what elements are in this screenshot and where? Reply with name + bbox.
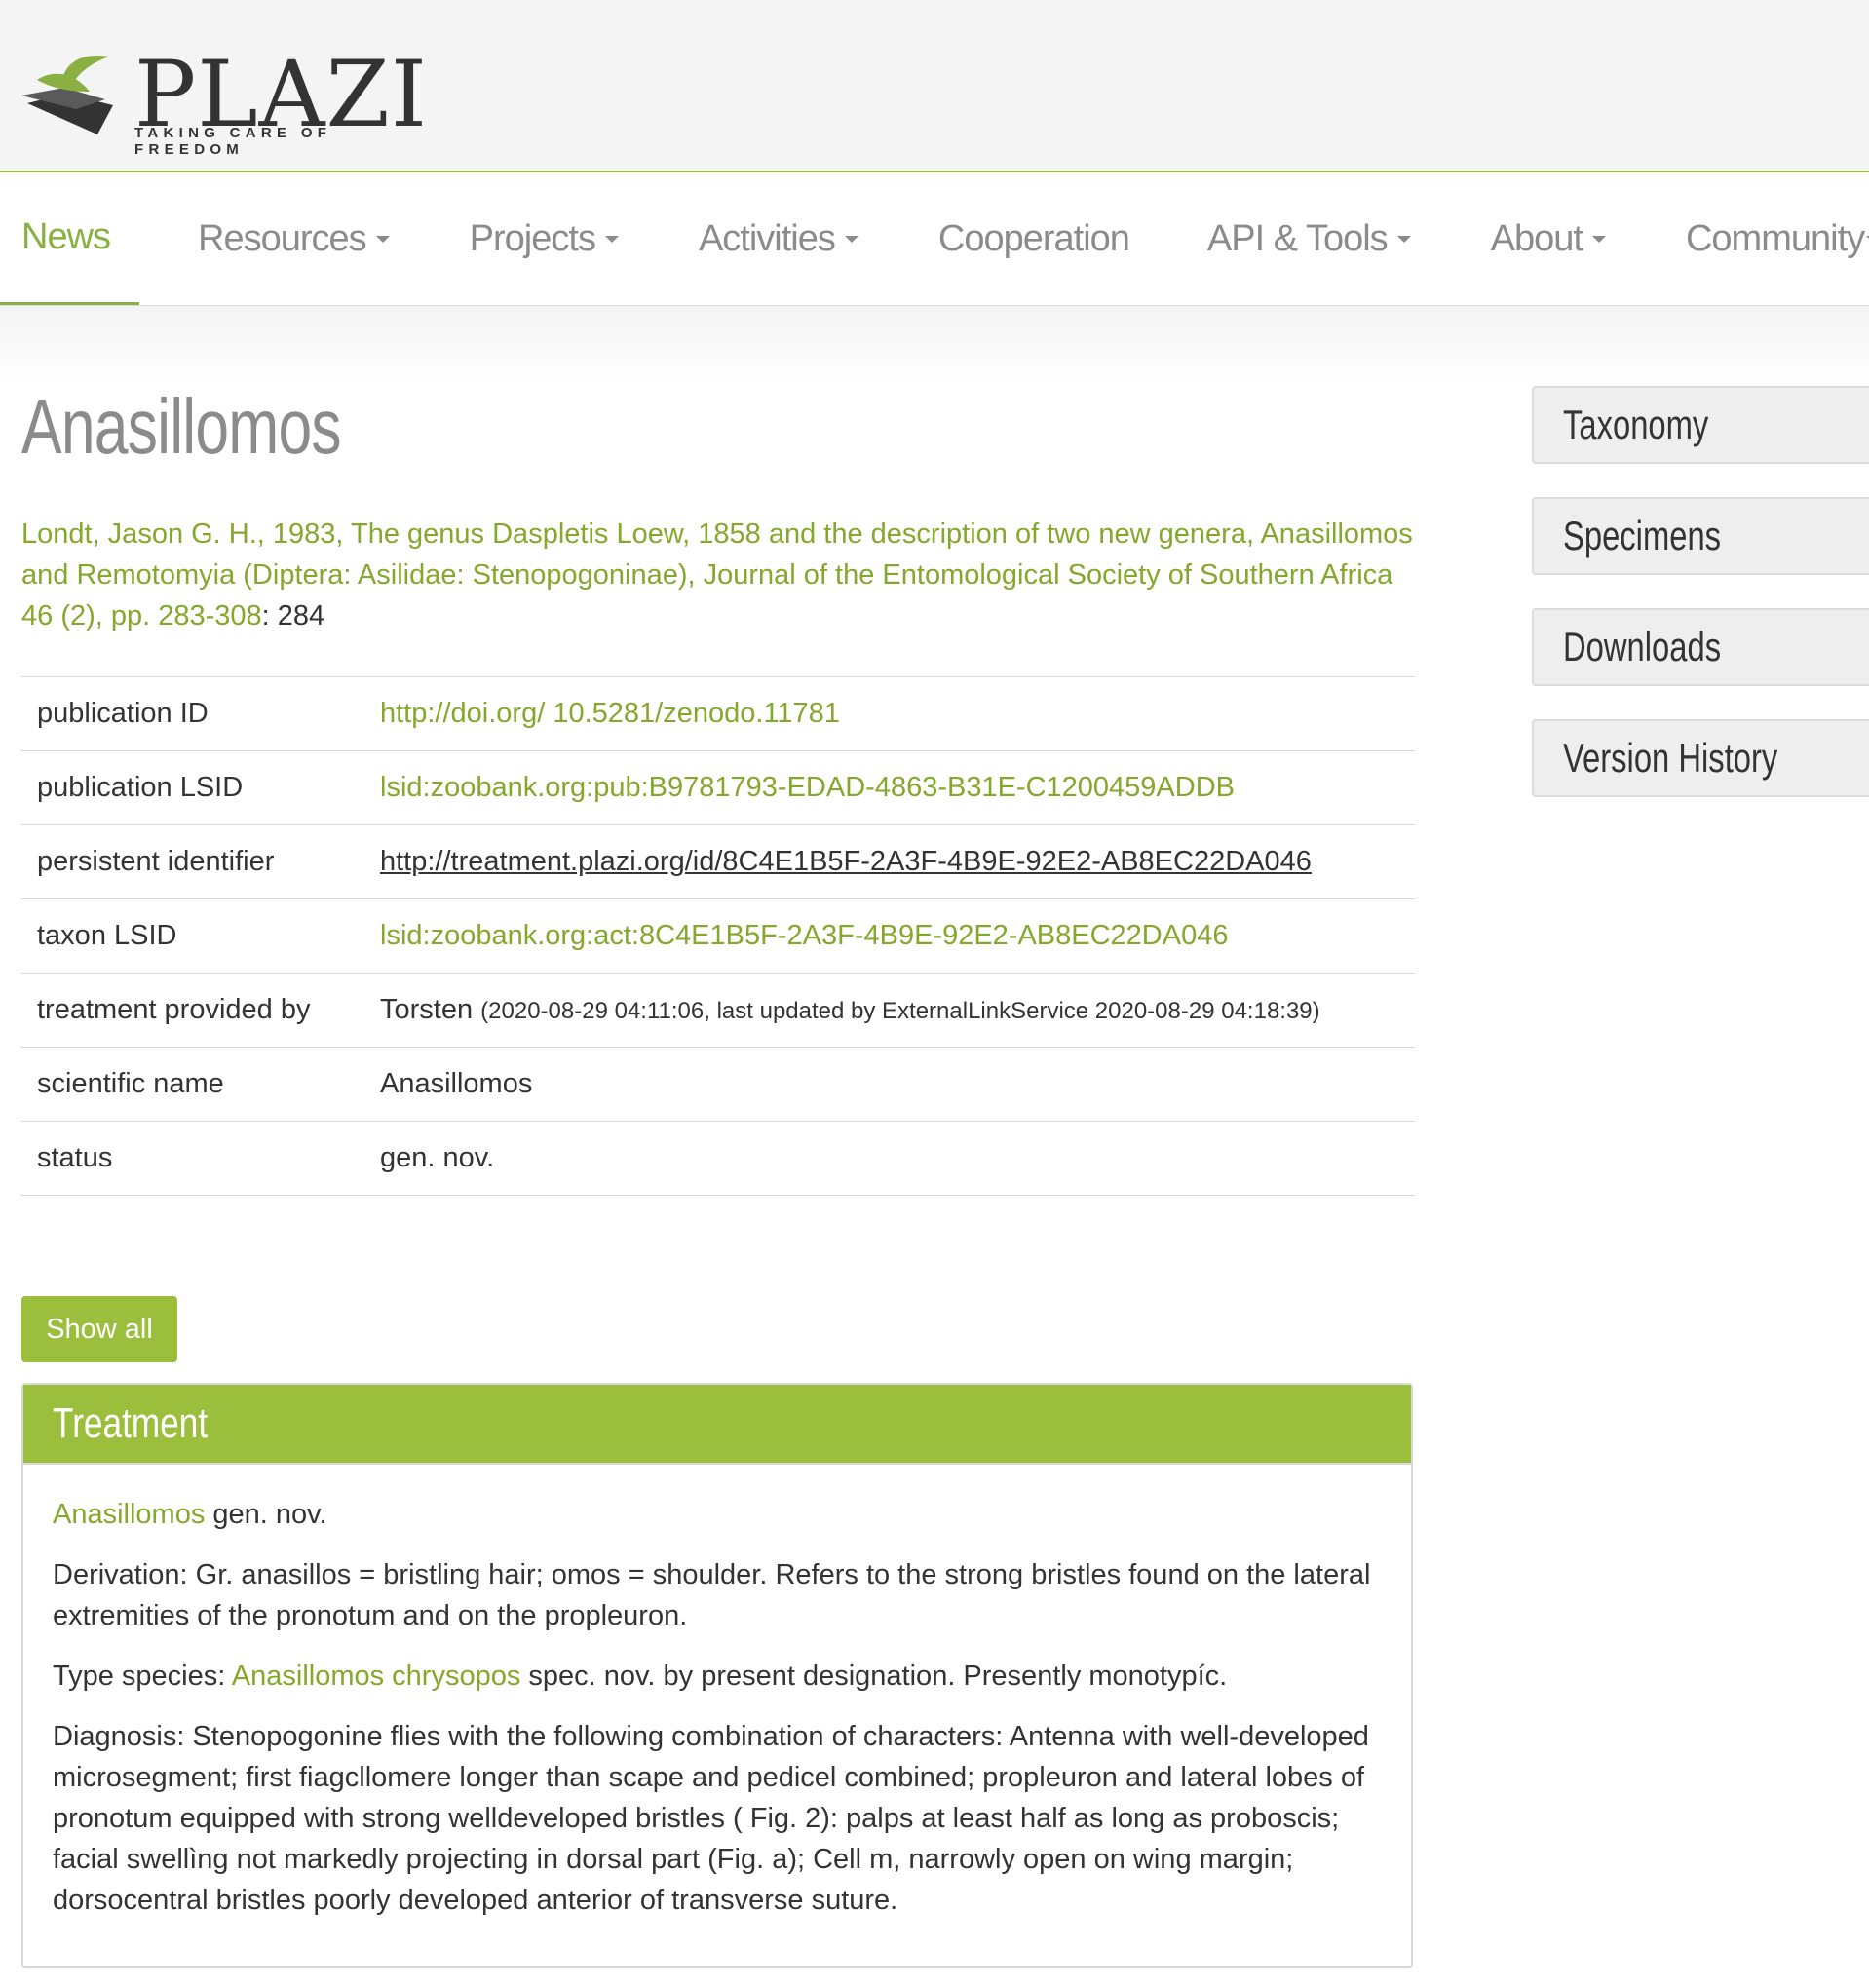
sidebar-item-label: Taxonomy: [1563, 401, 1709, 447]
row-label: status: [37, 1142, 113, 1173]
table-row: publication ID http://doi.org/ 10.5281/z…: [21, 676, 1415, 751]
caret-down-icon: [604, 235, 619, 243]
sidebar-item-label: Specimens: [1563, 513, 1722, 558]
site-header: PLAZI TAKING CARE OF FREEDOM: [0, 0, 1869, 172]
nav-item-activities[interactable]: Activities: [699, 172, 858, 305]
type-species-label: Type species:: [53, 1661, 232, 1692]
nav-item-label: Cooperation: [937, 217, 1130, 259]
table-row: persistent identifier http://treatment.p…: [21, 824, 1415, 899]
treatment-panel-header: Treatment: [23, 1385, 1411, 1465]
sidebar-item-label: Version History: [1563, 735, 1778, 781]
provider-name: Torsten: [380, 994, 474, 1025]
treatment-name-line: Anasillomos gen. nov.: [53, 1494, 1382, 1535]
logo-tagline: TAKING CARE OF FREEDOM: [134, 125, 332, 158]
row-label: publication ID: [37, 698, 209, 729]
table-row: status gen. nov.: [21, 1121, 1415, 1196]
citation: Londt, Jason G. H., 1983, The genus Dasp…: [21, 514, 1425, 636]
nav-item-news[interactable]: News: [0, 172, 140, 305]
show-all-button[interactable]: Show all: [21, 1296, 177, 1362]
nav-item-label: Projects: [469, 217, 596, 259]
nav-item-label: About: [1490, 217, 1583, 259]
treatment-metadata-table: publication ID http://doi.org/ 10.5281/z…: [21, 676, 1415, 1196]
table-row: scientific name Anasillomos: [21, 1047, 1415, 1122]
genus-link[interactable]: Anasillomos: [53, 1499, 205, 1530]
type-species-paragraph: Type species: Anasillomos chrysopos spec…: [53, 1656, 1382, 1697]
caret-down-icon: [375, 235, 390, 243]
table-row: taxon LSID lsid:zoobank.org:act:8C4E1B5F…: [21, 898, 1415, 974]
caret-down-icon: [844, 235, 858, 243]
row-label: persistent identifier: [37, 846, 275, 877]
nav-item-about[interactable]: About: [1491, 172, 1606, 305]
nav-item-cooperation[interactable]: Cooperation: [937, 172, 1130, 305]
persistent-identifier-link[interactable]: http://treatment.plazi.org/id/8C4E1B5F-2…: [380, 846, 1312, 877]
page-title: Anasillomos: [21, 383, 342, 470]
provider-timestamps: (2020-08-29 04:11:06, last updated by Ex…: [480, 998, 1320, 1024]
table-row: publication LSID lsid:zoobank.org:pub:B9…: [21, 750, 1415, 825]
plazi-leaf-logo-icon: [21, 55, 113, 134]
sidebar-item-version-history[interactable]: Version History: [1532, 719, 1869, 797]
nav-item-label: News: [21, 216, 111, 257]
treatment-panel: Treatment Anasillomos gen. nov. Derivati…: [21, 1383, 1413, 1968]
diagnosis-paragraph: Diagnosis: Stenopogonine flies with the …: [53, 1721, 1369, 1916]
caret-down-icon: [1396, 235, 1411, 243]
citation-page: : 284: [261, 600, 325, 631]
sidebar-item-label: Downloads: [1563, 624, 1722, 669]
nav-shadow: [0, 306, 1869, 384]
nav-item-label: Resources: [198, 217, 367, 259]
row-label: publication LSID: [37, 772, 244, 803]
nav-item-api-tools[interactable]: API & Tools: [1207, 172, 1411, 305]
sidebar-item-specimens[interactable]: Specimens: [1532, 497, 1869, 575]
row-label: treatment provided by: [37, 994, 311, 1025]
genus-status: gen. nov.: [205, 1499, 327, 1530]
nav-item-label: Activities: [698, 217, 836, 259]
taxon-lsid-link[interactable]: lsid:zoobank.org:act:8C4E1B5F-2A3F-4B9E-…: [380, 920, 1228, 951]
status-value: gen. nov.: [380, 1142, 495, 1173]
type-species-rest: spec. nov. by present designation. Prese…: [520, 1661, 1228, 1692]
main-nav: News Resources Projects Activities Coope…: [0, 172, 1869, 306]
derivation-paragraph: Derivation: Gr. anasillos = bristling ha…: [53, 1559, 1371, 1631]
treatment-heading: Treatment: [53, 1399, 209, 1447]
nav-item-label: API & Tools: [1206, 217, 1389, 259]
nav-item-community[interactable]: Community: [1686, 172, 1869, 305]
table-row: treatment provided by Torsten (2020-08-2…: [21, 973, 1415, 1048]
plazi-logo[interactable]: PLAZI TAKING CARE OF FREEDOM: [19, 45, 429, 158]
row-label: scientific name: [37, 1068, 224, 1099]
sidebar: Taxonomy Specimens Downloads Version His…: [1532, 386, 1869, 830]
sidebar-item-downloads[interactable]: Downloads: [1532, 608, 1869, 686]
publication-id-link[interactable]: http://doi.org/ 10.5281/zenodo.11781: [380, 698, 840, 729]
nav-item-projects[interactable]: Projects: [470, 172, 619, 305]
citation-link[interactable]: Londt, Jason G. H., 1983, The genus Dasp…: [21, 518, 1413, 631]
treatment-body: Anasillomos gen. nov. Derivation: Gr. an…: [23, 1465, 1411, 1921]
caret-down-icon: [1591, 235, 1606, 243]
scientific-name-value: Anasillomos: [380, 1068, 533, 1099]
row-label: taxon LSID: [37, 920, 177, 951]
nav-item-label: Community: [1685, 217, 1865, 259]
publication-lsid-link[interactable]: lsid:zoobank.org:pub:B9781793-EDAD-4863-…: [380, 772, 1235, 803]
sidebar-item-taxonomy[interactable]: Taxonomy: [1532, 386, 1869, 464]
nav-item-resources[interactable]: Resources: [198, 172, 390, 305]
type-species-link[interactable]: Anasillomos chrysopos: [232, 1661, 521, 1692]
